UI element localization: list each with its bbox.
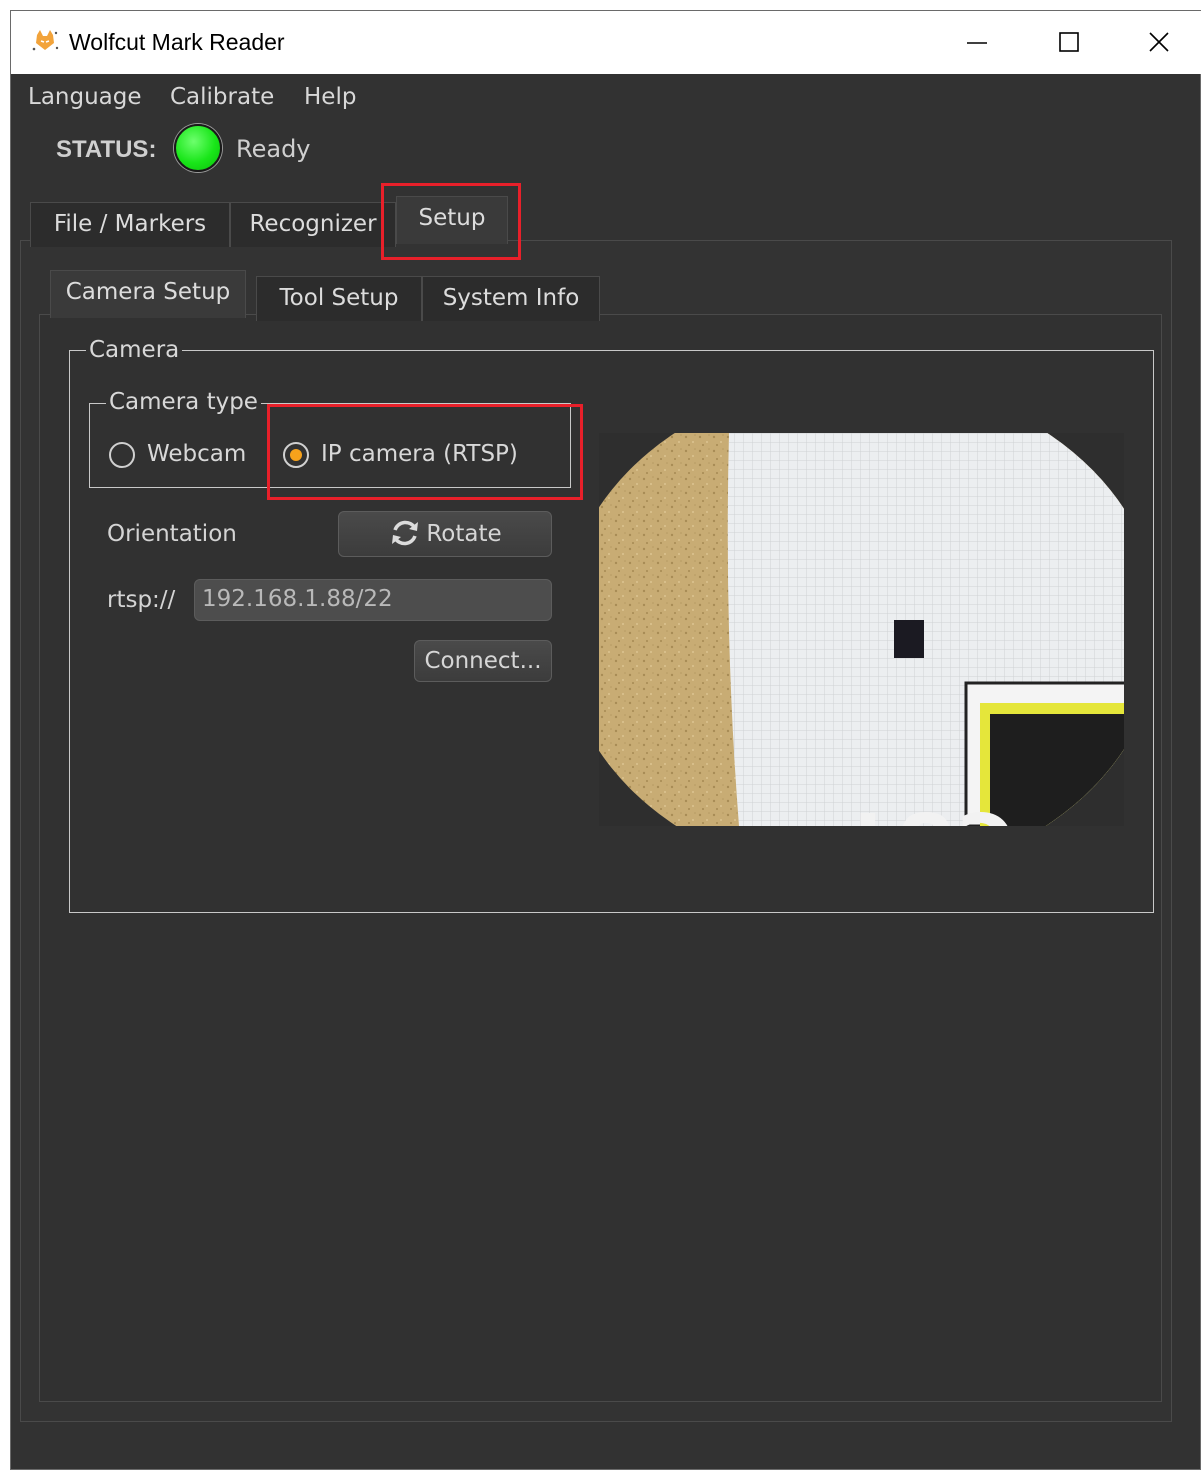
window-title: Wolfcut Mark Reader bbox=[69, 29, 285, 55]
wolf-logo-icon bbox=[32, 30, 59, 51]
rotate-icon bbox=[392, 520, 419, 545]
maximize-icon bbox=[1059, 32, 1079, 52]
menu-language[interactable]: Language bbox=[28, 84, 142, 110]
camera-preview-image: CUT bbox=[599, 433, 1124, 826]
status-led-icon bbox=[174, 124, 222, 172]
status-text: Ready bbox=[236, 135, 311, 163]
camera-group-title: Camera bbox=[86, 337, 183, 363]
rtsp-url-input[interactable]: 192.168.1.88/22 bbox=[194, 579, 552, 621]
tab-tool-setup[interactable]: Tool Setup bbox=[256, 276, 422, 321]
menu-help[interactable]: Help bbox=[304, 84, 356, 110]
setup-tab-highlight bbox=[381, 183, 521, 260]
camera-type-title: Camera type bbox=[106, 389, 261, 415]
tab-recognizer[interactable]: Recognizer bbox=[230, 202, 396, 247]
rtsp-prefix-label: rtsp:// bbox=[107, 587, 176, 613]
ip-camera-highlight bbox=[267, 404, 583, 500]
maximize-button[interactable] bbox=[1025, 11, 1115, 74]
orientation-label: Orientation bbox=[107, 521, 237, 547]
close-button[interactable] bbox=[1115, 11, 1201, 74]
preview-text: CUT bbox=[841, 794, 1015, 826]
connect-button[interactable]: Connect... bbox=[414, 640, 552, 682]
status-label: STATUS: bbox=[56, 136, 157, 163]
rotate-button[interactable]: Rotate bbox=[338, 511, 552, 557]
webcam-label[interactable]: Webcam bbox=[147, 441, 246, 467]
tab-camera-setup[interactable]: Camera Setup bbox=[50, 270, 246, 318]
tab-system-info[interactable]: System Info bbox=[422, 276, 600, 321]
minimize-button[interactable] bbox=[933, 11, 1023, 74]
menu-calibrate[interactable]: Calibrate bbox=[170, 84, 274, 110]
camera-preview: CUT bbox=[599, 433, 1124, 826]
menu-bar: Language Calibrate Help bbox=[11, 74, 1201, 122]
rotate-button-label: Rotate bbox=[426, 521, 502, 547]
close-icon bbox=[1149, 32, 1169, 52]
title-bar: Wolfcut Mark Reader bbox=[11, 11, 1201, 74]
minimize-icon bbox=[967, 42, 987, 44]
tab-file-markers[interactable]: File / Markers bbox=[30, 202, 230, 247]
webcam-radio[interactable] bbox=[109, 442, 135, 468]
